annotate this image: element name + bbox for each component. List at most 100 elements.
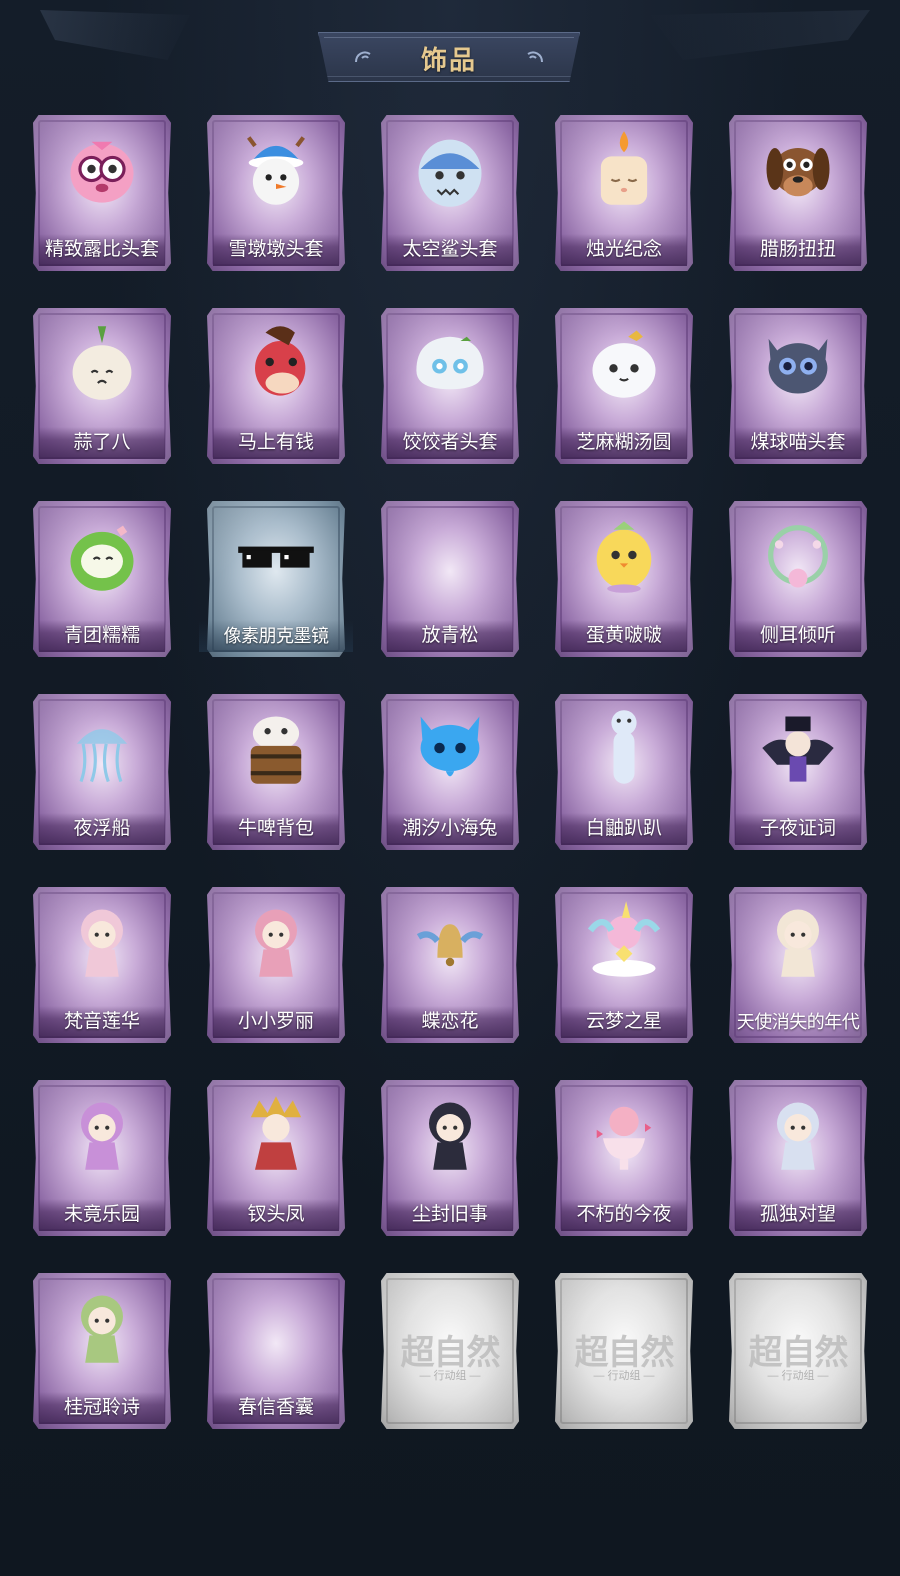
accessory-card[interactable]: 太空鲨头套 [381,115,519,271]
accessory-name: 蒜了八 [39,427,165,459]
accessory-card[interactable]: 牛啤背包 [207,694,345,850]
accessory-card[interactable]: 云梦之星 [555,887,693,1043]
wreath-icon [756,513,840,597]
accessory-card[interactable]: 尘封旧事 [381,1080,519,1236]
accessory-card[interactable]: 精致露比头套 [33,115,171,271]
cup-icon [582,1092,666,1176]
green-ball-icon [60,513,144,597]
accessory-card[interactable]: 天使消失的年代 [729,887,867,1043]
accessory-name: 白鼬趴趴 [561,813,687,845]
accessory-card[interactable]: 马上有钱 [207,308,345,464]
accessory-card[interactable]: 未竟乐园 [33,1080,171,1236]
accessory-name: 蝶恋花 [387,1006,513,1038]
accessory-card[interactable]: 烛光纪念 [555,115,693,271]
accessory-name: 不朽的今夜 [561,1199,687,1231]
dog-icon [756,127,840,211]
accessory-name: 天使消失的年代 [736,1012,860,1032]
accessory-card[interactable]: 雪墩墩头套 [207,115,345,271]
accessory-name: 侧耳倾听 [735,620,861,652]
accessory-card[interactable]: 桂冠聆诗 [33,1273,171,1429]
accessory-card[interactable]: 放青松 [381,501,519,657]
doll-pink-icon [234,899,318,983]
accessory-name: 尘封旧事 [387,1199,513,1231]
watermark-subtitle: — 行动组 — [419,1370,481,1382]
accessory-card[interactable]: 青团糯糯 [33,501,171,657]
accessory-card[interactable]: 腊肠扭扭 [729,115,867,271]
accessory-name: 芝麻糊汤圆 [561,427,687,459]
accessory-name: 腊肠扭扭 [735,234,861,266]
crown-doll-icon [234,1092,318,1176]
garlic-icon [60,320,144,404]
accessory-card[interactable]: 潮汐小海兔 [381,694,519,850]
accessory-name: 青团糯糯 [39,620,165,652]
accessory-name: 潮汐小海兔 [387,813,513,845]
accessory-card[interactable]: 像素朋克墨镜 [199,501,353,657]
accessory-name: 煤球喵头套 [735,427,861,459]
accessory-card[interactable]: 侧耳倾听 [729,501,867,657]
accessory-name: 牛啤背包 [213,813,339,845]
accessory-card[interactable]: 煤球喵头套 [729,308,867,464]
accessory-name: 钗头凤 [213,1199,339,1231]
accessory-name: 夜浮船 [39,813,165,845]
section-header: 饰品 [318,32,580,82]
accessory-card[interactable]: 梵音莲华 [33,887,171,1043]
accessory-name: 马上有钱 [213,427,339,459]
blue-fox-icon [408,706,492,790]
accessory-name: 孤独对望 [735,1199,861,1231]
snowman-icon [234,127,318,211]
accessory-name: 梵音莲华 [39,1006,165,1038]
locked-accessory-card[interactable]: 超自然 — 行动组 — [555,1273,693,1429]
accessory-name: 雪墩墩头套 [213,234,339,266]
accessory-name: 春信香囊 [213,1392,339,1424]
accessory-name: 烛光纪念 [561,234,687,266]
accessory-card[interactable]: 芝麻糊汤圆 [555,308,693,464]
cat-icon [756,320,840,404]
accessory-name: 未竟乐园 [39,1199,165,1231]
accessory-card[interactable]: 孤独对望 [729,1080,867,1236]
unicorn-icon [582,899,666,983]
accessory-name: 精致露比头套 [39,234,165,266]
horse-icon [234,320,318,404]
locked-accessory-card[interactable]: 超自然 — 行动组 — [729,1273,867,1429]
ferret-icon [582,706,666,790]
chick-icon [582,513,666,597]
accessory-card[interactable]: 春信香囊 [207,1273,345,1429]
pink-face-icon [60,127,144,211]
accessory-name: 像素朋克墨镜 [199,620,353,652]
accessory-name: 蛋黄啵啵 [561,620,687,652]
accessory-grid: 精致露比头套 雪墩墩头套 太空鲨头套 烛光纪念 腊肠扭扭蒜了八 马上有钱 饺饺者头套 芝麻糊汤… [33,115,868,1429]
accessory-name: 云梦之星 [561,1006,687,1038]
sunglasses-icon [234,513,318,597]
accessory-name: 饺饺者头套 [387,427,513,459]
accessory-card[interactable]: 钗头凤 [207,1080,345,1236]
accessory-name: 放青松 [387,620,513,652]
jellyfish-icon [60,706,144,790]
accessory-card[interactable]: 夜浮船 [33,694,171,850]
accessory-name: 子夜证词 [735,813,861,845]
accessory-card[interactable]: 饺饺者头套 [381,308,519,464]
accessory-card[interactable]: 蛋黄啵啵 [555,501,693,657]
accessory-name: 太空鲨头套 [387,234,513,266]
locked-accessory-card[interactable]: 超自然 — 行动组 — [381,1273,519,1429]
bell-icon [408,899,492,983]
white-doll-icon [756,1092,840,1176]
page-title: 饰品 [420,45,477,75]
accessory-card[interactable]: 蒜了八 [33,308,171,464]
shark-icon [408,127,492,211]
angel-icon [756,899,840,983]
accessory-card[interactable]: 不朽的今夜 [555,1080,693,1236]
barrel-icon [234,706,318,790]
watermark-subtitle: — 行动组 — [593,1370,655,1382]
accessory-card[interactable]: 子夜证词 [729,694,867,850]
dumpling-icon [408,320,492,404]
doll-purple-icon [60,1092,144,1176]
accessory-name: 桂冠聆诗 [39,1392,165,1424]
green-doll-icon [60,1285,144,1369]
dark-doll-icon [756,706,840,790]
doll-icon [60,899,144,983]
accessory-card[interactable]: 白鼬趴趴 [555,694,693,850]
boy-doll-icon [408,1092,492,1176]
accessory-card[interactable]: 蝶恋花 [381,887,519,1043]
accessory-card[interactable]: 小小罗丽 [207,887,345,1043]
accessory-name: 小小罗丽 [213,1006,339,1038]
